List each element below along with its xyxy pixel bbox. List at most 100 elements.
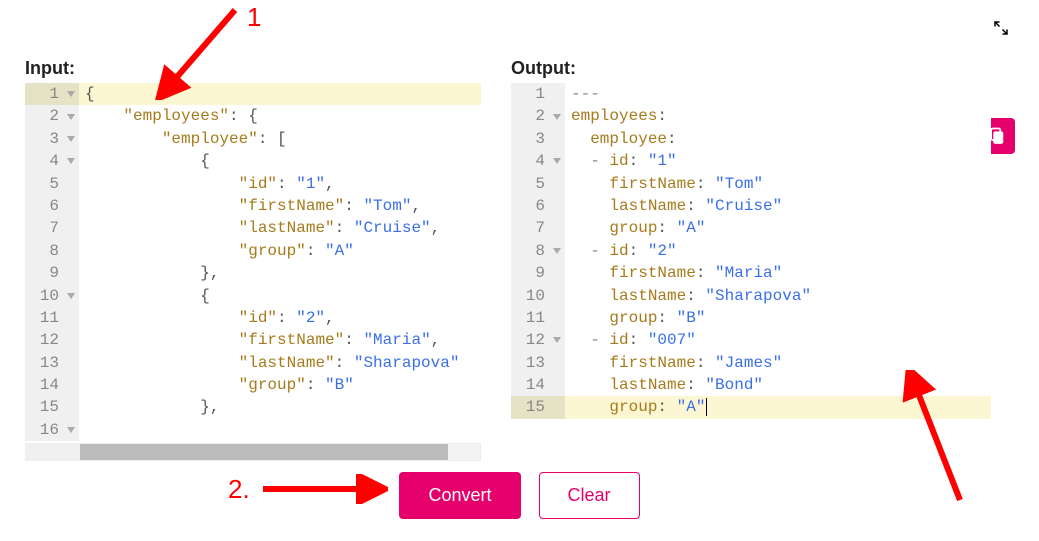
fold-icon[interactable] [67,114,75,120]
code-line[interactable]: 3 "employee": [ [25,128,481,150]
code-line[interactable]: 5 "id": "1", [25,173,481,195]
code-content[interactable]: employee: [565,128,991,150]
code-content[interactable]: { [79,285,481,307]
code-content[interactable]: --- [565,83,991,105]
code-content[interactable]: "id": "2", [79,307,481,329]
fold-icon[interactable] [67,427,75,433]
action-bar: Convert Clear [0,472,1039,519]
code-content[interactable]: firstName: "Maria" [565,262,991,284]
code-line[interactable]: 6 "firstName": "Tom", [25,195,481,217]
fold-icon[interactable] [67,136,75,142]
line-number: 2 [511,105,565,127]
input-panel: Input: 1{2 "employees": {3 "employee": [… [25,58,481,461]
code-content[interactable]: "group": "B" [79,374,481,396]
input-scrollbar[interactable] [25,443,481,461]
text-cursor [706,398,707,416]
line-number: 4 [25,150,79,172]
code-line[interactable]: 1{ [25,83,481,105]
code-content[interactable]: "employee": [ [79,128,481,150]
code-content[interactable]: - id: "007" [565,329,991,351]
clear-button[interactable]: Clear [539,472,640,519]
line-number: 12 [511,329,565,351]
convert-button[interactable]: Convert [399,472,520,519]
fold-icon[interactable] [67,293,75,299]
code-content[interactable]: firstName: "Tom" [565,173,991,195]
line-number: 3 [511,128,565,150]
code-content[interactable]: "firstName": "Maria", [79,329,481,351]
code-content[interactable]: firstName: "James" [565,352,991,374]
code-content[interactable]: lastName: "Bond" [565,374,991,396]
code-content[interactable]: }, [79,262,481,284]
code-line[interactable]: 7 "lastName": "Cruise", [25,217,481,239]
line-number: 14 [25,374,79,396]
code-line[interactable]: 4 { [25,150,481,172]
code-content[interactable]: "group": "A" [79,240,481,262]
code-content[interactable]: group: "A" [565,396,991,418]
code-line[interactable]: 4 - id: "1" [511,150,991,172]
line-number: 10 [25,285,79,307]
fold-icon[interactable] [553,248,561,254]
code-content[interactable]: lastName: "Sharapova" [565,285,991,307]
code-line[interactable]: 2 "employees": { [25,105,481,127]
line-number: 6 [511,195,565,217]
input-editor[interactable]: 1{2 "employees": {3 "employee": [4 {5 "i… [25,83,481,441]
code-content[interactable]: { [79,83,481,105]
code-line[interactable]: 11 group: "B" [511,307,991,329]
code-content[interactable]: "lastName": "Sharapova" [79,352,481,374]
code-line[interactable]: 7 group: "A" [511,217,991,239]
code-content[interactable] [79,419,481,441]
code-line[interactable]: 12 "firstName": "Maria", [25,329,481,351]
line-number: 15 [25,396,79,418]
code-content[interactable]: - id: "1" [565,150,991,172]
code-line[interactable]: 15 }, [25,396,481,418]
line-number: 3 [25,128,79,150]
code-content[interactable]: - id: "2" [565,240,991,262]
code-line[interactable]: 8 - id: "2" [511,240,991,262]
line-number: 5 [25,173,79,195]
input-title: Input: [25,58,481,79]
fold-icon[interactable] [553,158,561,164]
code-content[interactable]: lastName: "Cruise" [565,195,991,217]
code-line[interactable]: 6 lastName: "Cruise" [511,195,991,217]
code-line[interactable]: 1--- [511,83,991,105]
line-number: 4 [511,150,565,172]
line-number: 13 [511,352,565,374]
code-line[interactable]: 15 group: "A" [511,396,991,418]
code-line[interactable]: 16 [25,419,481,441]
code-line[interactable]: 13 "lastName": "Sharapova" [25,352,481,374]
line-number: 8 [25,240,79,262]
code-content[interactable]: "id": "1", [79,173,481,195]
code-content[interactable]: "lastName": "Cruise", [79,217,481,239]
fold-icon[interactable] [553,114,561,120]
code-line[interactable]: 3 employee: [511,128,991,150]
code-content[interactable]: "employees": { [79,105,481,127]
code-line[interactable]: 10 lastName: "Sharapova" [511,285,991,307]
code-line[interactable]: 5 firstName: "Tom" [511,173,991,195]
code-line[interactable]: 13 firstName: "James" [511,352,991,374]
code-content[interactable]: group: "A" [565,217,991,239]
code-line[interactable]: 11 "id": "2", [25,307,481,329]
code-line[interactable]: 14 lastName: "Bond" [511,374,991,396]
line-number: 13 [25,352,79,374]
expand-icon[interactable] [991,18,1011,38]
code-line[interactable]: 9 firstName: "Maria" [511,262,991,284]
code-content[interactable]: employees: [565,105,991,127]
code-line[interactable]: 2employees: [511,105,991,127]
fold-icon[interactable] [553,337,561,343]
fold-icon[interactable] [67,158,75,164]
code-line[interactable]: 9 }, [25,262,481,284]
fold-icon[interactable] [67,91,75,97]
output-editor[interactable]: 1---2employees:3 employee:4 - id: "1"5 f… [511,83,991,419]
annotation-label-1: 1 [247,2,261,33]
output-panel: Output: 1---2employees:3 employee:4 - id… [511,58,991,461]
code-content[interactable]: group: "B" [565,307,991,329]
code-line[interactable]: 10 { [25,285,481,307]
line-number: 6 [25,195,79,217]
code-content[interactable]: "firstName": "Tom", [79,195,481,217]
code-content[interactable]: { [79,150,481,172]
code-content[interactable]: }, [79,396,481,418]
code-line[interactable]: 8 "group": "A" [25,240,481,262]
line-number: 11 [511,307,565,329]
code-line[interactable]: 14 "group": "B" [25,374,481,396]
code-line[interactable]: 12 - id: "007" [511,329,991,351]
